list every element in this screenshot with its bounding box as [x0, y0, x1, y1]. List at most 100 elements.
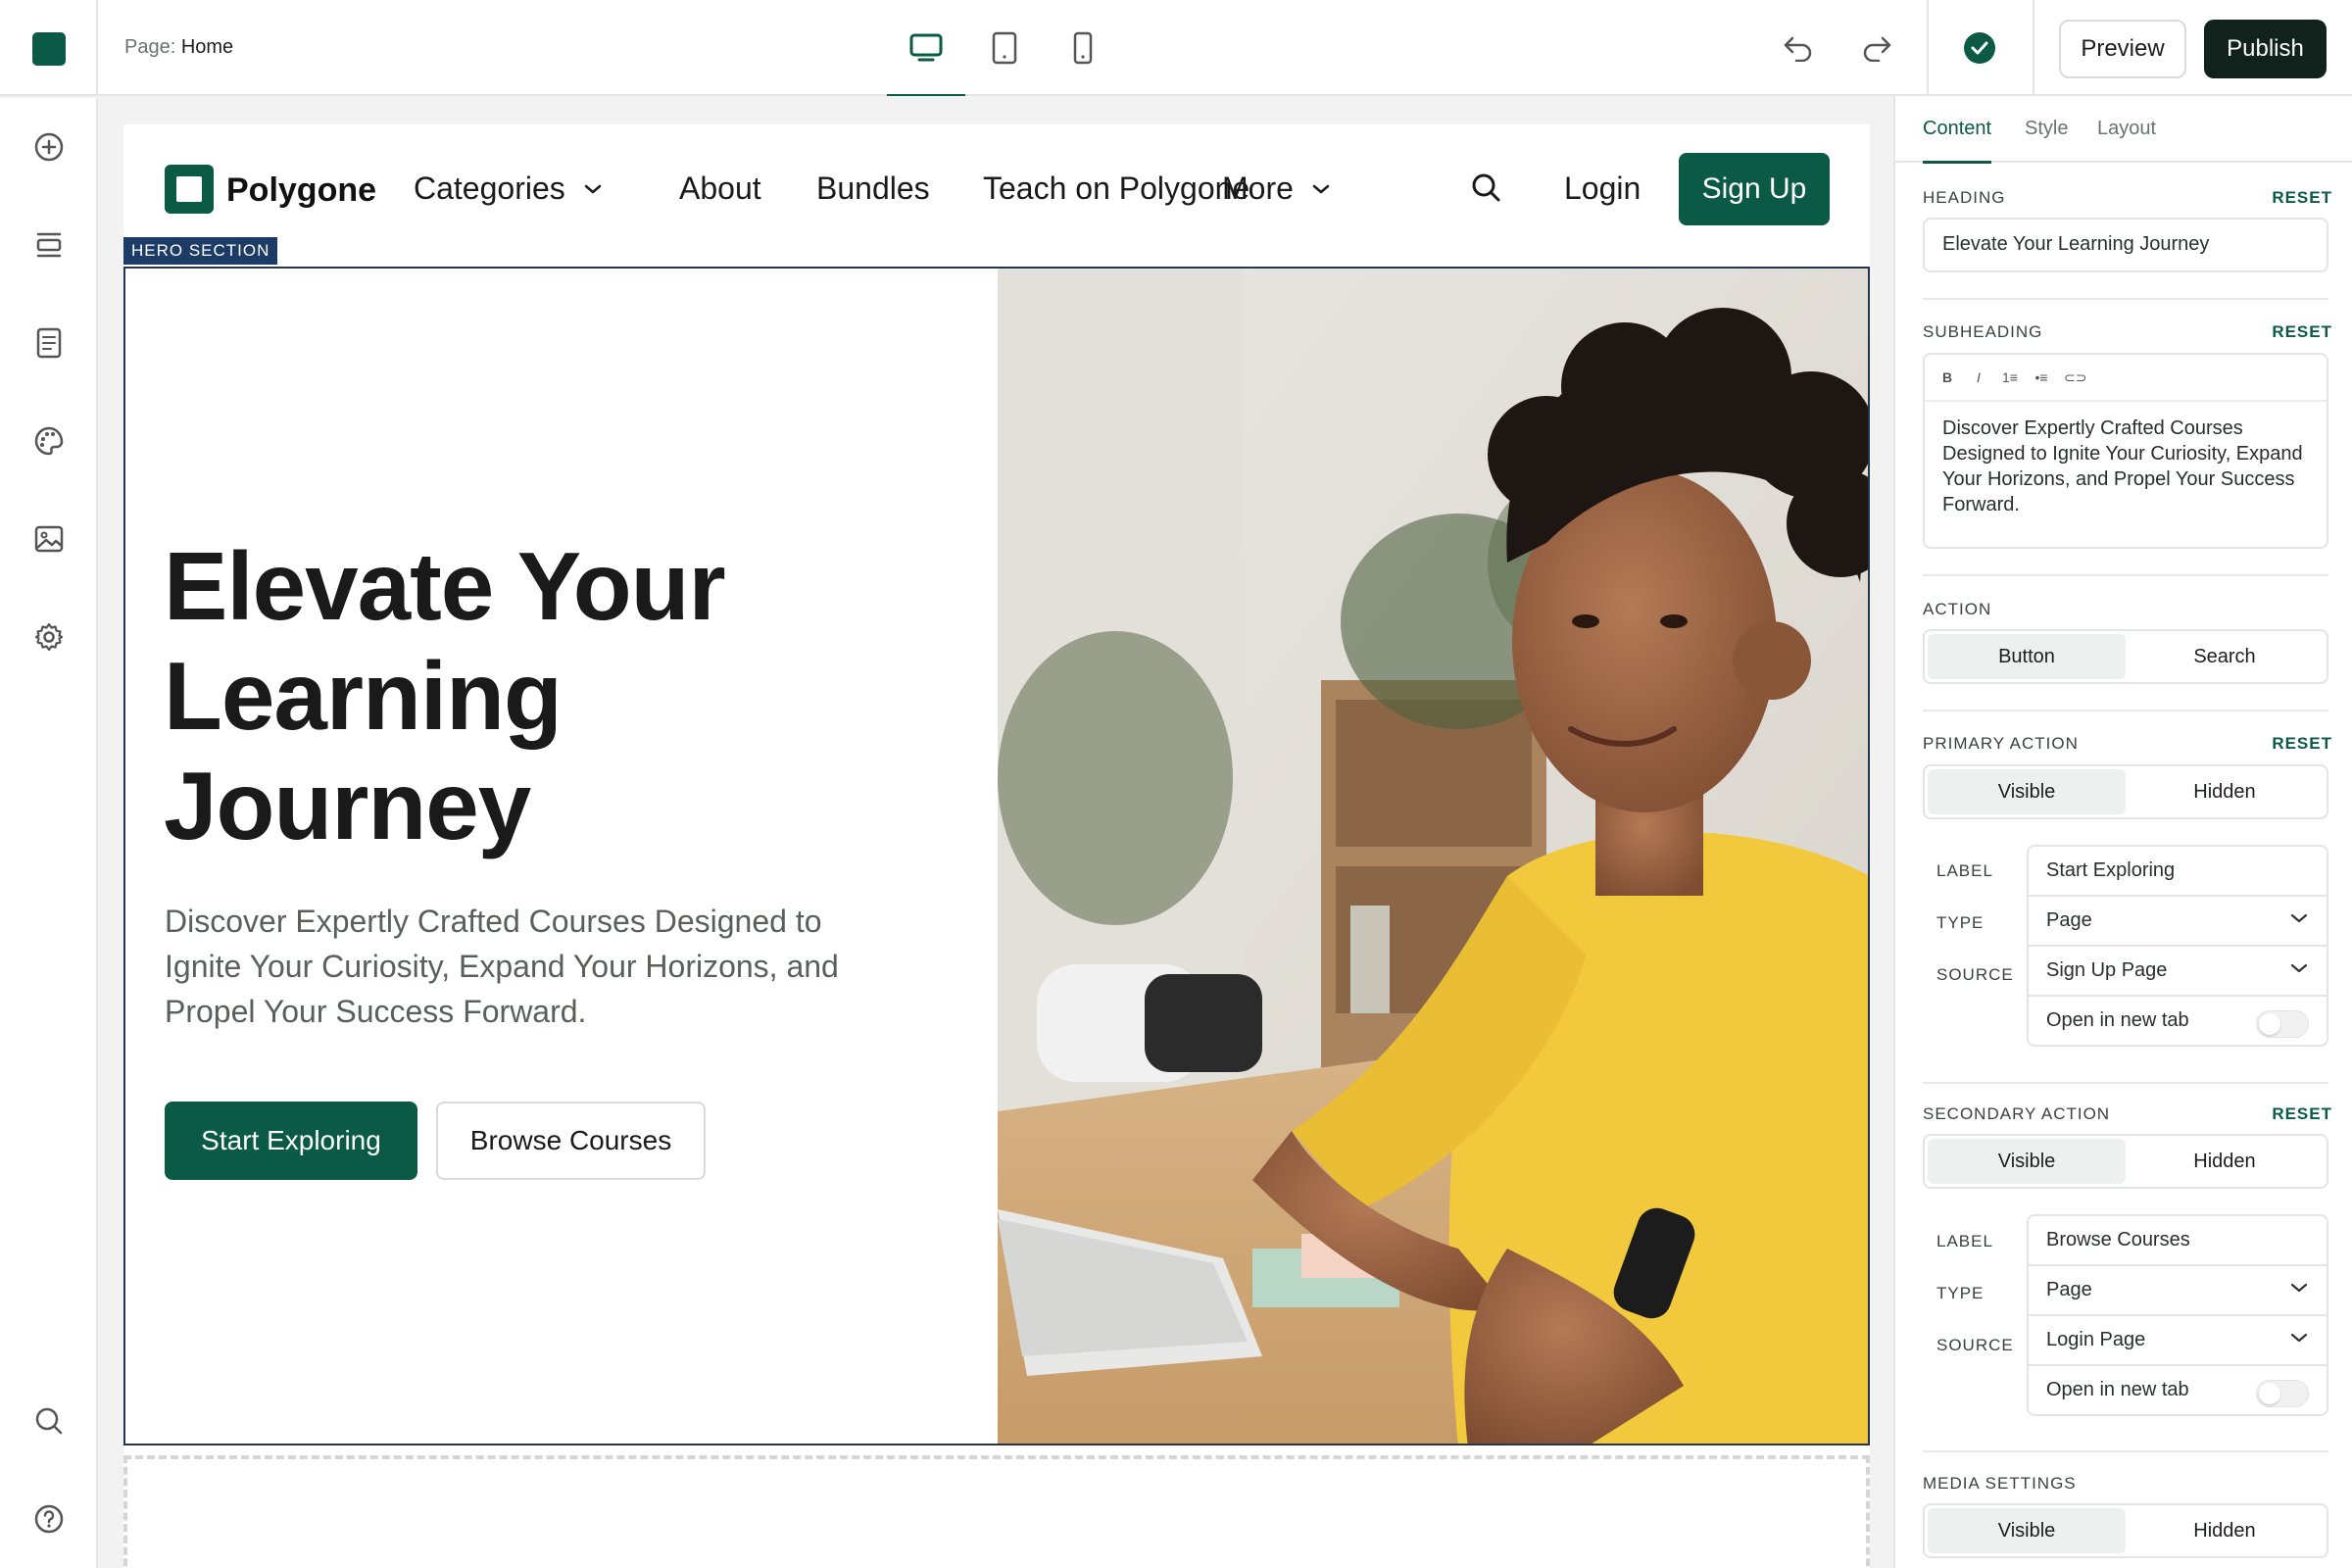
browse-courses-button[interactable]: Browse Courses: [436, 1102, 706, 1180]
site-search-button[interactable]: [1470, 172, 1503, 205]
subheading-text[interactable]: Discover Expertly Crafted Courses Design…: [1942, 416, 2315, 517]
undo-icon: [1784, 36, 1812, 62]
mobile-icon: [1073, 31, 1093, 65]
rich-text-toolbar: B I 1≡ •≡ ⊂⊃: [1925, 355, 2327, 402]
add-element-button[interactable]: [29, 127, 69, 167]
action-option-button[interactable]: Button: [1928, 634, 2126, 679]
desktop-view-button[interactable]: [887, 0, 965, 98]
link-icon[interactable]: ⊂⊃: [2064, 369, 2086, 386]
section-divider: [1923, 298, 2328, 300]
action-type-toggle: Button Search: [1923, 629, 2328, 684]
page-name: Home: [180, 36, 234, 58]
settings-button[interactable]: [29, 617, 69, 657]
heading-input[interactable]: Elevate Your Learning Journey: [1923, 218, 2328, 272]
hero-heading[interactable]: Elevate Your Learning Journey: [164, 531, 830, 860]
secondary-action-reset-button[interactable]: RESET: [2272, 1104, 2332, 1124]
primary-label-input[interactable]: Start Exploring: [2027, 845, 2328, 897]
add-section-dropzone[interactable]: [123, 1455, 1870, 1568]
secondary-source-key: SOURCE: [1936, 1336, 2014, 1354]
nav-categories[interactable]: Categories: [414, 171, 603, 207]
secondary-new-tab-toggle[interactable]: [2256, 1380, 2309, 1407]
action-option-search[interactable]: Search: [2126, 634, 2324, 679]
secondary-visible-option[interactable]: Visible: [1928, 1139, 2126, 1184]
properties-panel: Content Style Layout HEADING RESET Eleva…: [1893, 96, 2352, 1568]
nav-about[interactable]: About: [679, 171, 761, 207]
action-label: ACTION: [1923, 600, 1992, 618]
italic-icon[interactable]: I: [1970, 369, 1987, 385]
subheading-editor[interactable]: B I 1≡ •≡ ⊂⊃ Discover Expertly Crafted C…: [1923, 353, 2328, 549]
hero-heading-line: Elevate Your: [164, 532, 726, 640]
tablet-view-button[interactable]: [965, 0, 1044, 96]
page-prefix: Page:: [124, 36, 176, 58]
nav-login[interactable]: Login: [1564, 171, 1641, 207]
current-page-indicator[interactable]: Page: Home: [124, 36, 233, 59]
redo-icon: [1863, 36, 1891, 62]
media-hidden-option[interactable]: Hidden: [2126, 1508, 2324, 1553]
media-icon: [34, 525, 64, 553]
signup-button[interactable]: Sign Up: [1679, 153, 1830, 225]
start-exploring-button[interactable]: Start Exploring: [165, 1102, 417, 1180]
nav-categories-label: Categories: [414, 171, 565, 206]
primary-visible-option[interactable]: Visible: [1928, 769, 2126, 814]
section-divider: [1923, 710, 2328, 711]
tab-content[interactable]: Content: [1923, 118, 1992, 164]
primary-type-select[interactable]: Page: [2027, 895, 2328, 947]
subheading-reset-button[interactable]: RESET: [2272, 322, 2332, 342]
preview-button[interactable]: Preview: [2059, 20, 2186, 78]
media-button[interactable]: [29, 519, 69, 559]
undo-button[interactable]: [1779, 28, 1818, 68]
section-divider: [1923, 574, 2328, 576]
primary-action-reset-button[interactable]: RESET: [2272, 734, 2332, 754]
site-navbar[interactable]: Polygone Categories About Bundles Teach …: [123, 124, 1870, 262]
secondary-label-key: LABEL: [1936, 1232, 1993, 1250]
theme-button[interactable]: [29, 421, 69, 461]
sections-button[interactable]: [29, 225, 69, 265]
tab-layout[interactable]: Layout: [2097, 118, 2156, 140]
section-divider: [1923, 1082, 2328, 1084]
hero-image[interactable]: [998, 269, 1868, 1444]
site-logo[interactable]: [165, 165, 214, 214]
publish-button[interactable]: Publish: [2204, 20, 2327, 78]
redo-button[interactable]: [1857, 28, 1896, 68]
search-icon: [1472, 173, 1500, 202]
primary-label-key: LABEL: [1936, 861, 1993, 880]
secondary-source-select[interactable]: Login Page: [2027, 1314, 2328, 1366]
nav-more[interactable]: More: [1222, 171, 1331, 207]
bullet-list-icon[interactable]: •≡: [2033, 369, 2050, 385]
hero-section[interactable]: Elevate Your Learning Journey Discover E…: [123, 267, 1870, 1446]
secondary-type-value: Page: [2046, 1279, 2092, 1300]
primary-new-tab-toggle[interactable]: [2256, 1010, 2309, 1038]
desktop-icon: [909, 33, 943, 62]
bold-icon[interactable]: B: [1938, 369, 1956, 385]
mobile-view-button[interactable]: [1044, 0, 1122, 96]
settings-icon: [34, 622, 64, 652]
tab-style[interactable]: Style: [2025, 118, 2068, 140]
media-visible-option[interactable]: Visible: [1928, 1508, 2126, 1553]
primary-type-key: TYPE: [1936, 913, 1984, 932]
search-button[interactable]: [29, 1401, 69, 1441]
app-logo[interactable]: [32, 32, 66, 66]
primary-source-key: SOURCE: [1936, 965, 2014, 984]
nav-teach[interactable]: Teach on Polygone: [983, 171, 1250, 207]
secondary-label-input[interactable]: Browse Courses: [2027, 1214, 2328, 1266]
pages-button[interactable]: [29, 323, 69, 363]
nav-bundles[interactable]: Bundles: [816, 171, 930, 207]
primary-hidden-option[interactable]: Hidden: [2126, 769, 2324, 814]
left-rail: [0, 98, 98, 1568]
primary-type-value: Page: [2046, 909, 2092, 931]
primary-source-select[interactable]: Sign Up Page: [2027, 945, 2328, 997]
help-button[interactable]: [29, 1499, 69, 1539]
secondary-type-select[interactable]: Page: [2027, 1264, 2328, 1316]
secondary-hidden-option[interactable]: Hidden: [2126, 1139, 2324, 1184]
secondary-action-label: SECONDARY ACTION: [1923, 1104, 2111, 1123]
toolbar-divider: [2033, 0, 2034, 96]
hero-subheading[interactable]: Discover Expertly Crafted Courses Design…: [165, 899, 870, 1034]
ordered-list-icon[interactable]: 1≡: [2001, 369, 2019, 385]
search-icon: [35, 1407, 63, 1435]
tablet-icon: [992, 31, 1017, 65]
subheading-label: SUBHEADING: [1923, 322, 2043, 341]
chevron-down-icon: [2290, 963, 2308, 973]
site-brand-name[interactable]: Polygone: [226, 172, 376, 210]
heading-reset-button[interactable]: RESET: [2272, 188, 2332, 208]
chevron-down-icon: [1312, 184, 1330, 193]
